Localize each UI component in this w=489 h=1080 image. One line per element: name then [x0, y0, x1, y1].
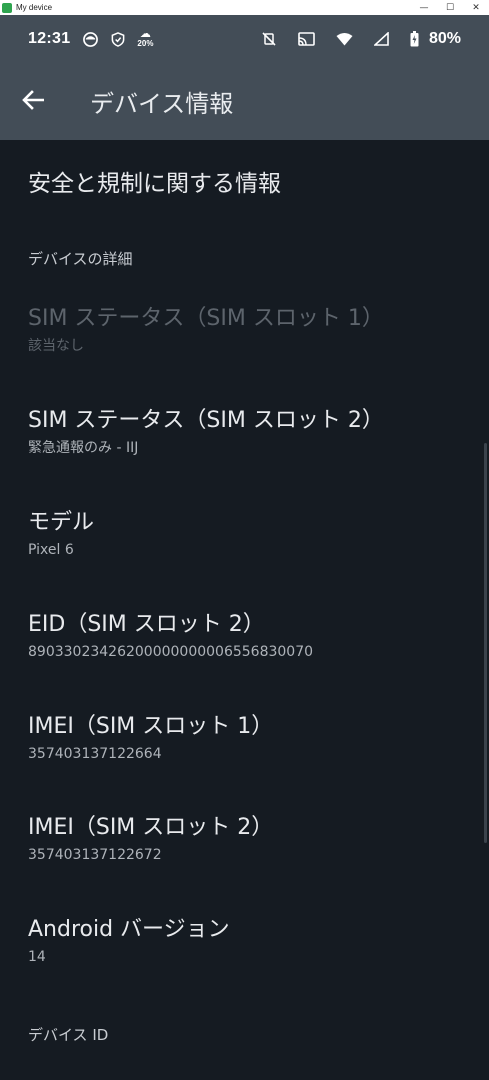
item-summary: 357403137122664	[28, 746, 162, 762]
weather-percent: 20%	[137, 39, 154, 48]
vibrate-off-icon	[261, 31, 277, 47]
item-title: モデル	[28, 510, 95, 535]
list-item-imei-slot2[interactable]: IMEI（SIM スロット 2） 357403137122672	[28, 813, 468, 865]
settings-list: 安全と規制に関する情報 デバイスの詳細 SIM ステータス（SIM スロット 1…	[0, 140, 489, 1080]
shield-icon	[111, 31, 125, 47]
close-button[interactable]: ✕	[463, 0, 489, 15]
list-item-android-version[interactable]: Android バージョン 14	[28, 915, 468, 967]
status-bar: 12:31 ☁ 20% 80%	[0, 15, 489, 63]
list-item-imei-slot1[interactable]: IMEI（SIM スロット 1） 357403137122664	[28, 712, 468, 764]
list-item-eid[interactable]: EID（SIM スロット 2） 890330234262000000000065…	[28, 610, 468, 662]
section-header-device-details: デバイスの詳細	[28, 250, 133, 268]
item-title: IMEI（SIM スロット 2）	[28, 815, 274, 840]
app-bar: デバイス情報	[0, 63, 489, 140]
back-button[interactable]	[0, 63, 66, 140]
battery-icon	[410, 31, 419, 47]
window-title: My device	[16, 3, 53, 12]
wifi-icon	[336, 32, 353, 46]
item-title: EID（SIM スロット 2）	[28, 612, 265, 637]
safety-regulatory-item[interactable]: 安全と規制に関する情報	[28, 164, 281, 198]
list-item-sim-status-slot1: SIM ステータス（SIM スロット 1） 該当なし	[28, 304, 468, 356]
section-header-device-id: デバイス ID	[28, 1026, 109, 1044]
arrow-left-icon	[22, 89, 45, 114]
item-summary: Pixel 6	[28, 542, 74, 558]
battery-percent: 80%	[428, 30, 461, 47]
list-item-sim-status-slot2[interactable]: SIM ステータス（SIM スロット 2） 緊急通報のみ - IIJ	[28, 406, 468, 458]
cast-icon	[298, 32, 315, 46]
item-title: SIM ステータス（SIM スロット 1）	[28, 306, 384, 331]
app-icon	[2, 2, 12, 13]
face-icon	[83, 31, 99, 47]
item-summary: 89033023426200000000006556830070	[28, 644, 314, 660]
maximize-button[interactable]: ☐	[437, 0, 463, 15]
item-summary: 緊急通報のみ - IIJ	[28, 440, 139, 456]
window-titlebar: My device — ☐ ✕	[0, 0, 489, 15]
item-summary: 該当なし	[28, 338, 84, 354]
item-title: Android バージョン	[28, 917, 230, 942]
item-title: SIM ステータス（SIM スロット 2）	[28, 408, 384, 433]
list-item-model[interactable]: モデル Pixel 6	[28, 508, 468, 560]
item-summary: 14	[28, 949, 46, 965]
weather-icon: ☁ 20%	[137, 28, 154, 49]
item-title: IMEI（SIM スロット 1）	[28, 714, 274, 739]
item-summary: 357403137122672	[28, 847, 162, 863]
scrollbar[interactable]	[484, 443, 487, 843]
minimize-button[interactable]: —	[411, 0, 437, 15]
signal-icon	[373, 32, 389, 46]
status-time: 12:31	[28, 30, 71, 47]
page-title: デバイス情報	[90, 90, 234, 118]
